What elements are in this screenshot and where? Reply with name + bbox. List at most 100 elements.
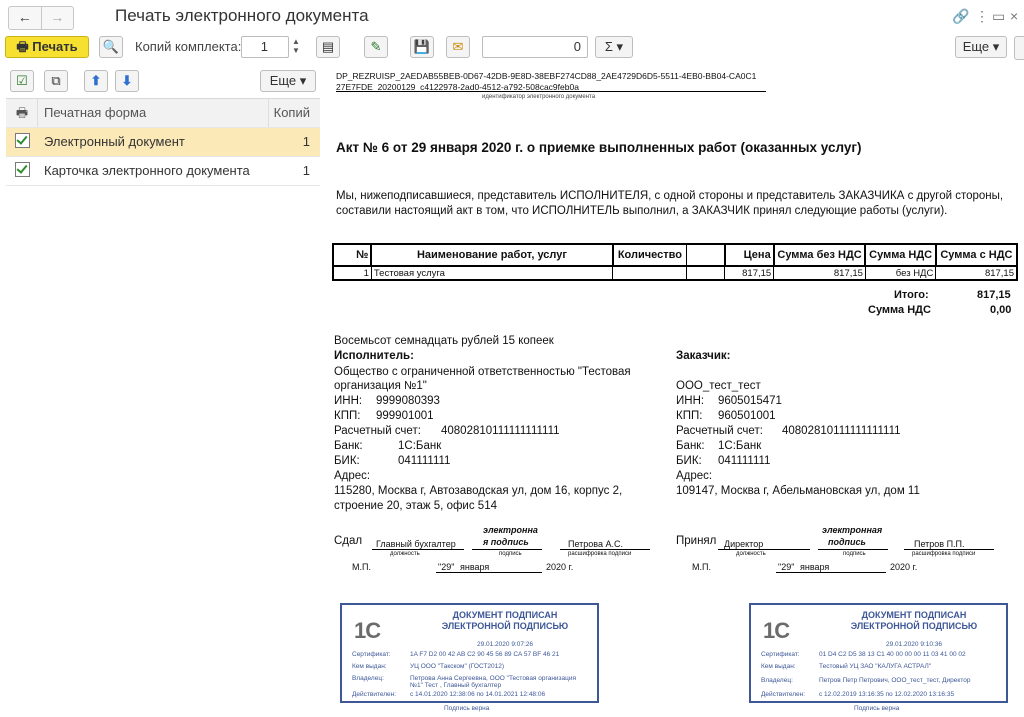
stamp-key: Кем выдан:: [352, 663, 387, 670]
stamp-valid-row: Действителен: с 14.01.2020 12:38:06 по 14…: [352, 691, 545, 698]
left-more-button[interactable]: Еще ▾: [260, 70, 316, 92]
stamp-heading-line2: ЭЛЕКТРОННОЙ ПОДПИСЬЮ: [441, 621, 569, 631]
sum-field[interactable]: 0: [482, 36, 588, 58]
move-down-button[interactable]: ⬇: [115, 70, 139, 92]
sign-left-year: 2020 г.: [546, 562, 574, 572]
sign-right-cap-name: расшифровка подписи: [912, 551, 976, 557]
send-email-button[interactable]: ✉: [446, 36, 470, 58]
stamp-heading-line1: ДОКУМЕНТ ПОДПИСАН: [861, 610, 967, 620]
sum-dropdown-button[interactable]: Σ ▾: [595, 36, 633, 58]
back-icon[interactable]: ←: [9, 7, 41, 29]
floppy-icon: 💾: [413, 39, 431, 54]
link-icon[interactable]: 🔗: [952, 8, 969, 25]
sign-line: [560, 549, 650, 550]
stamp-key: Действителен:: [761, 691, 806, 698]
menu-dots-icon[interactable]: ⋮: [975, 8, 989, 25]
customer-inn: 9605015471: [718, 395, 782, 407]
close-icon[interactable]: ×: [1010, 8, 1018, 24]
stamp-heading-line1: ДОКУМЕНТ ПОДПИСАН: [452, 610, 558, 620]
th-sum-no-vat: Сумма без НДС: [772, 243, 867, 267]
more-button[interactable]: Еще ▾: [955, 36, 1007, 58]
customer-title: Заказчик:: [676, 350, 731, 362]
divider: [336, 91, 766, 92]
copies-label: Копий комплекта:: [135, 39, 242, 54]
works-table-header: № Наименование работ, услуг Количество Ц…: [331, 243, 1019, 267]
print-button-label: Печать: [32, 39, 78, 54]
stamp-key: Владелец:: [761, 677, 793, 684]
row-checkbox[interactable]: [12, 128, 32, 156]
table-row[interactable]: Электронный документ 1: [6, 128, 320, 157]
copy-button[interactable]: ⧉: [44, 70, 68, 92]
stamp-left-verified: Подпись верна: [444, 705, 490, 712]
document-preview[interactable]: DP_REZRUISP_2AEDAB55BEB-0D67-42DB-9E8D-3…: [331, 67, 1024, 717]
arrow-up-icon: ⬆: [90, 73, 102, 88]
sign-left-esign1: электронна: [483, 525, 538, 535]
pane-splitter[interactable]: [322, 67, 331, 717]
row-copies[interactable]: 1: [303, 157, 310, 185]
customer-addr1: 109147, Москва г, Абельмановская ул, дом…: [676, 485, 920, 497]
row-copies[interactable]: 1: [303, 128, 310, 156]
edit-button[interactable]: ✎: [364, 36, 388, 58]
customer-bik: 041111111: [718, 455, 771, 467]
executor-addr1: 115280, Москва г, Автозаводская ул, дом …: [334, 485, 623, 497]
td-vat: без НДС: [864, 265, 937, 281]
move-up-button[interactable]: ⬆: [84, 70, 108, 92]
preview-button[interactable]: 🔍: [99, 36, 123, 58]
sign-left-person: Петрова А.С.: [568, 539, 623, 549]
executor-kpp: 999901001: [376, 410, 434, 422]
check-all-button[interactable]: ☑: [10, 70, 34, 92]
customer-bank-label: Банк:: [676, 440, 705, 452]
sign-left-position: Главный бухгалтер: [376, 539, 456, 549]
stamp-date: 29.01.2020 9:10:36: [885, 641, 943, 648]
stamp-issuer-row: Кем выдан: Тестовый УЦ ЗАО "КАЛУГА АСТРАЛ…: [761, 663, 931, 670]
row-form-name: Электронный документ: [44, 134, 185, 149]
executor-name1: Общество с ограниченной ответственностью…: [334, 366, 631, 378]
sign-right-mp: М.П.: [692, 562, 711, 572]
vat-label: Сумма НДС: [868, 304, 931, 316]
sign-right-esign2: подпись: [828, 537, 866, 547]
window-title: Печать электронного документа: [115, 6, 369, 25]
sign-right-cap-pos: должность: [736, 551, 766, 557]
save-button[interactable]: 💾: [410, 36, 434, 58]
copies-input[interactable]: 1: [241, 36, 289, 58]
customer-kpp: 960501001: [718, 410, 776, 422]
stamp-owner-row: Владелец: Петров Петр Петрович, ООО_тест_…: [761, 677, 970, 684]
executor-bik-label: БИК:: [334, 455, 360, 467]
checkmark-icon: [14, 133, 30, 148]
printer-icon: 🖶: [16, 39, 29, 54]
sign-right-month: января: [800, 562, 830, 572]
vat-value: 0,00: [990, 304, 1012, 316]
table-row[interactable]: Карточка электронного документа 1: [6, 157, 320, 186]
1c-logo-icon: 1С: [354, 617, 381, 644]
executor-bank-label: Банк:: [334, 440, 363, 452]
sign-line: [718, 549, 810, 550]
print-button[interactable]: 🖶 Печать: [5, 36, 89, 58]
column-divider: [268, 99, 269, 127]
print-forms-table: 🖶 Печатная форма Копий Электронный докум…: [6, 98, 320, 186]
doc-intro-line2: составили настоящий акт в том, что ИСПОЛ…: [336, 205, 948, 217]
td-name: Тестовая услуга: [370, 265, 614, 281]
total-label: Итого:: [894, 289, 929, 301]
executor-bank: 1С:Банк: [398, 440, 442, 452]
column-header-copies[interactable]: Копий: [274, 99, 310, 127]
stamp-date: 29.01.2020 9:07:26: [476, 641, 534, 648]
copies-spinner[interactable]: ▲ ▼: [288, 37, 304, 57]
help-button[interactable]: [1014, 36, 1024, 60]
sign-left-esign2: я подпись: [483, 537, 529, 547]
total-value: 817,15: [977, 289, 1011, 301]
row-checkbox[interactable]: [12, 157, 32, 185]
stamp-heading: ДОКУМЕНТ ПОДПИСАН ЭЛЕКТРОННОЙ ПОДПИСЬЮ: [829, 610, 999, 632]
executor-account-label: Расчетный счет:: [334, 425, 421, 437]
th-qty: Количество: [611, 243, 688, 267]
maximize-icon[interactable]: ▭: [992, 8, 1005, 25]
date-line: [436, 572, 542, 573]
document-settings-button[interactable]: ▤: [316, 36, 340, 58]
sign-left-label: Сдал: [334, 535, 363, 547]
executor-addr2: строение 20, этаж 5, офис 514: [334, 500, 497, 512]
forward-icon[interactable]: →: [40, 7, 74, 29]
th-price: Цена: [723, 243, 775, 267]
stamp-value: УЦ ООО "Такском" (ГОСТ2012): [410, 663, 505, 670]
column-header-form[interactable]: Печатная форма: [44, 99, 146, 127]
stamp-value: 01 D4 C2 D5 38 13 C1 40 00 00 00 11 03 4…: [819, 651, 966, 658]
row-form-name: Карточка электронного документа: [44, 163, 250, 178]
